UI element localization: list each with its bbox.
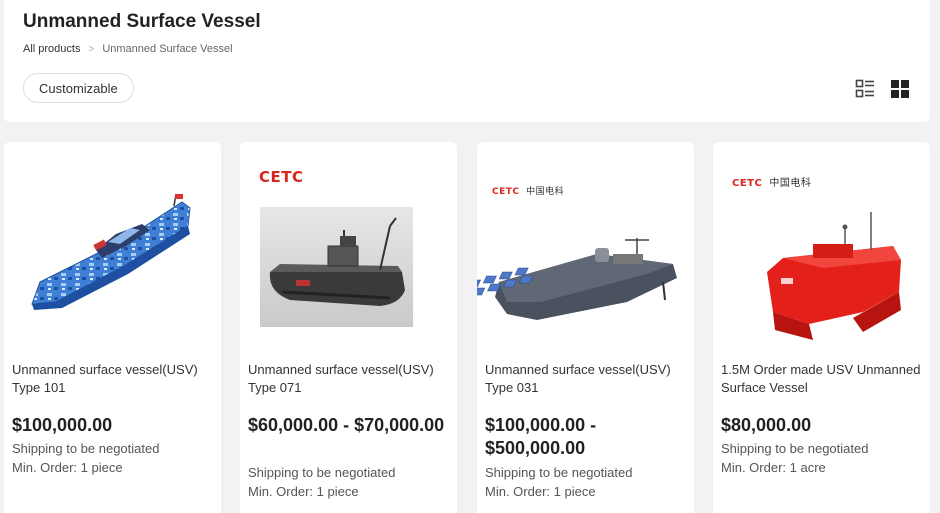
- breadcrumb-all-products[interactable]: All products: [23, 43, 80, 55]
- usv-type-101-image[interactable]: [4, 142, 221, 347]
- product-price: $60,000.00 - $70,000.00: [248, 415, 445, 435]
- shipping-info: Shipping to be negotiated: [12, 441, 160, 456]
- product-card[interactable]: Unmanned surface vessel(USV) Type 101 $1…: [4, 142, 221, 513]
- shipping-info: Shipping to be negotiated: [248, 465, 396, 480]
- product-card[interactable]: CETC Unmanned surface vessel(USV) Type 0…: [240, 142, 457, 513]
- product-title[interactable]: Unmanned surface vessel(USV) Type 101: [12, 361, 217, 397]
- product-price: $80,000.00: [721, 415, 812, 435]
- product-price: $100,000.00 - $500,000.00: [485, 415, 597, 458]
- chevron-right-icon: >: [88, 43, 95, 55]
- min-order: Min. Order: 1 piece: [12, 460, 123, 475]
- breadcrumb: All products > Unmanned Surface Vessel: [23, 43, 233, 55]
- grid-view-icon[interactable]: [890, 79, 910, 99]
- product-title[interactable]: 1.5M Order made USV Unmanned Surface Ves…: [721, 361, 926, 397]
- product-card[interactable]: CETC 中国电科 1.5M Order made USV Unmanned S…: [713, 142, 930, 513]
- page-header: Unmanned Surface Vessel All products > U…: [4, 0, 930, 122]
- product-card[interactable]: CETC 中国电科 Unmanned surface vessel(USV) T…: [477, 142, 694, 513]
- customizable-filter-chip[interactable]: Customizable: [23, 73, 134, 103]
- page-title: Unmanned Surface Vessel: [23, 11, 261, 32]
- breadcrumb-current[interactable]: Unmanned Surface Vessel: [102, 43, 232, 55]
- min-order: Min. Order: 1 piece: [248, 484, 359, 499]
- usv-type-031-image[interactable]: [477, 142, 694, 347]
- product-title[interactable]: Unmanned surface vessel(USV) Type 071: [248, 361, 453, 397]
- usv-1-5m-image[interactable]: [713, 142, 930, 347]
- list-view-icon[interactable]: [855, 79, 875, 99]
- product-title[interactable]: Unmanned surface vessel(USV) Type 031: [485, 361, 690, 397]
- usv-type-071-image[interactable]: [240, 142, 457, 347]
- shipping-info: Shipping to be negotiated: [485, 465, 633, 480]
- min-order: Min. Order: 1 piece: [485, 484, 596, 499]
- product-price: $100,000.00: [12, 415, 113, 435]
- shipping-info: Shipping to be negotiated: [721, 441, 869, 456]
- min-order: Min. Order: 1 acre: [721, 460, 826, 475]
